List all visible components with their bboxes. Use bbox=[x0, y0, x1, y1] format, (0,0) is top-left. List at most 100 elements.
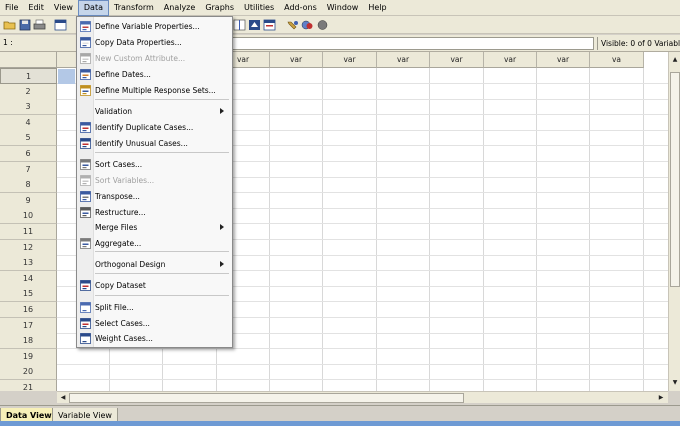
data-menu-item-aggregate[interactable]: Aggregate... bbox=[77, 236, 232, 251]
column-header[interactable]: var bbox=[323, 52, 377, 68]
data-menu-item-split-file[interactable]: Split File... bbox=[77, 300, 232, 315]
scroll-right-icon[interactable]: ▶ bbox=[656, 393, 666, 403]
menu-view[interactable]: View bbox=[49, 0, 78, 16]
data-menu-item-sort-cases[interactable]: Sort Cases... bbox=[77, 157, 232, 172]
menu-window[interactable]: Window bbox=[322, 0, 364, 16]
menu-separator bbox=[95, 295, 229, 296]
menu-data[interactable]: Data bbox=[77, 0, 109, 16]
data-menu-item-restructure[interactable]: Restructure... bbox=[77, 205, 232, 220]
data-menu-item-label: Sort Cases... bbox=[95, 160, 143, 169]
data-menu-item-validation[interactable]: Validation bbox=[77, 104, 232, 119]
sort-cases-icon bbox=[80, 159, 91, 170]
data-menu-item-define-dates[interactable]: Define Dates... bbox=[77, 67, 232, 82]
menu-bar: File Edit View Data Transform Analyze Gr… bbox=[0, 0, 680, 16]
row-header[interactable]: 12 bbox=[0, 239, 57, 256]
menu-separator bbox=[95, 273, 229, 274]
identify-duplicates-icon bbox=[80, 122, 91, 133]
cell-value-input[interactable] bbox=[232, 37, 594, 50]
row-header[interactable]: 4 bbox=[0, 114, 57, 131]
row-header[interactable]: 18 bbox=[0, 333, 57, 350]
data-menu-item-copy-dataset[interactable]: Copy Dataset bbox=[77, 278, 232, 293]
data-menu-item-define-multiple-response-sets[interactable]: Define Multiple Response Sets... bbox=[77, 83, 232, 98]
save-icon[interactable] bbox=[17, 17, 32, 32]
use-sets-icon[interactable] bbox=[300, 17, 315, 32]
data-menu-item-sort-variables: Sort Variables... bbox=[77, 173, 232, 188]
restructure-icon bbox=[80, 207, 91, 218]
menu-add-ons[interactable]: Add-ons bbox=[279, 0, 322, 16]
grid-corner[interactable] bbox=[0, 52, 57, 68]
menu-separator bbox=[95, 251, 229, 252]
data-menu-item-identify-duplicate-cases[interactable]: Identify Duplicate Cases... bbox=[77, 120, 232, 135]
row-header[interactable]: 10 bbox=[0, 208, 57, 225]
row-header[interactable]: 14 bbox=[0, 270, 57, 287]
row-header[interactable]: 15 bbox=[0, 286, 57, 303]
row-header[interactable]: 17 bbox=[0, 317, 57, 334]
vertical-scroll-thumb[interactable] bbox=[670, 72, 680, 287]
vertical-scrollbar[interactable]: ▲ ▼ bbox=[668, 52, 680, 391]
menu-file[interactable]: File bbox=[0, 0, 23, 16]
menu-separator bbox=[95, 99, 229, 100]
scroll-left-icon[interactable]: ◀ bbox=[58, 393, 68, 403]
data-menu-item-label: Identify Unusual Cases... bbox=[95, 139, 188, 148]
data-menu-item-label: Weight Cases... bbox=[95, 334, 153, 343]
data-menu-item-weight-cases[interactable]: Weight Cases... bbox=[77, 331, 232, 346]
scroll-up-icon[interactable]: ▲ bbox=[670, 55, 680, 65]
column-header[interactable]: va bbox=[590, 52, 644, 68]
data-menu-item-label: Merge Files bbox=[95, 223, 138, 232]
weight-cases-icon[interactable] bbox=[247, 17, 262, 32]
column-header[interactable]: var bbox=[484, 52, 537, 68]
copy-data-properties-icon bbox=[80, 37, 91, 48]
menu-graphs[interactable]: Graphs bbox=[200, 0, 239, 16]
data-menu-item-copy-data-properties[interactable]: Copy Data Properties... bbox=[77, 35, 232, 50]
data-menu-item-select-cases[interactable]: Select Cases... bbox=[77, 316, 232, 331]
row-header[interactable]: 6 bbox=[0, 146, 57, 162]
print-icon[interactable] bbox=[32, 17, 47, 32]
row-header[interactable]: 16 bbox=[0, 302, 57, 318]
split-file-icon bbox=[80, 302, 91, 313]
horizontal-scroll-thumb[interactable] bbox=[69, 393, 464, 403]
selected-cell[interactable] bbox=[58, 69, 75, 84]
row-header[interactable]: 5 bbox=[0, 130, 57, 147]
data-menu-item-orthogonal-design[interactable]: Orthogonal Design bbox=[77, 257, 232, 272]
row-header[interactable]: 7 bbox=[0, 161, 57, 178]
menu-help[interactable]: Help bbox=[363, 0, 391, 16]
data-menu-item-label: Select Cases... bbox=[95, 319, 150, 328]
new-custom-attribute-icon bbox=[80, 53, 91, 64]
define-dates-icon bbox=[80, 69, 91, 80]
show-all-icon[interactable] bbox=[315, 17, 330, 32]
menu-utilities[interactable]: Utilities bbox=[239, 0, 279, 16]
row-header[interactable]: 2 bbox=[0, 83, 57, 100]
data-menu-item-label: Split File... bbox=[95, 303, 134, 312]
row-header[interactable]: 1 bbox=[0, 68, 57, 84]
column-header[interactable]: var bbox=[270, 52, 323, 68]
data-menu-item-define-variable-properties[interactable]: Define Variable Properties... bbox=[77, 19, 232, 34]
menu-separator bbox=[95, 152, 229, 153]
split-file-icon[interactable] bbox=[232, 17, 247, 32]
data-menu-dropdown: Define Variable Properties... Copy Data P… bbox=[76, 16, 233, 348]
row-header[interactable]: 19 bbox=[0, 348, 57, 365]
dialog-recall-icon[interactable] bbox=[53, 17, 68, 32]
row-header[interactable]: 11 bbox=[0, 224, 57, 240]
data-menu-item-identify-unusual-cases[interactable]: Identify Unusual Cases... bbox=[77, 136, 232, 151]
column-header[interactable]: var bbox=[430, 52, 484, 68]
open-icon[interactable] bbox=[2, 17, 17, 32]
select-cases-icon[interactable] bbox=[262, 17, 277, 32]
menu-edit[interactable]: Edit bbox=[23, 0, 49, 16]
row-header[interactable]: 21 bbox=[0, 380, 57, 391]
value-labels-icon[interactable] bbox=[285, 17, 300, 32]
row-header[interactable]: 20 bbox=[0, 364, 57, 381]
scroll-down-icon[interactable]: ▼ bbox=[670, 378, 680, 388]
data-menu-item-label: Identify Duplicate Cases... bbox=[95, 123, 194, 132]
data-menu-item-merge-files[interactable]: Merge Files bbox=[77, 220, 232, 235]
row-header[interactable]: 8 bbox=[0, 177, 57, 194]
data-menu-item-transpose[interactable]: Transpose... bbox=[77, 189, 232, 204]
row-header[interactable]: 9 bbox=[0, 192, 57, 209]
data-menu-item-label: New Custom Attribute... bbox=[95, 54, 186, 63]
column-header[interactable]: var bbox=[377, 52, 430, 68]
row-header[interactable]: 3 bbox=[0, 99, 57, 116]
horizontal-scrollbar[interactable]: ◀ ▶ bbox=[57, 391, 668, 403]
column-header[interactable]: var bbox=[537, 52, 590, 68]
row-header[interactable]: 13 bbox=[0, 255, 57, 272]
menu-transform[interactable]: Transform bbox=[109, 0, 159, 16]
menu-analyze[interactable]: Analyze bbox=[159, 0, 201, 16]
